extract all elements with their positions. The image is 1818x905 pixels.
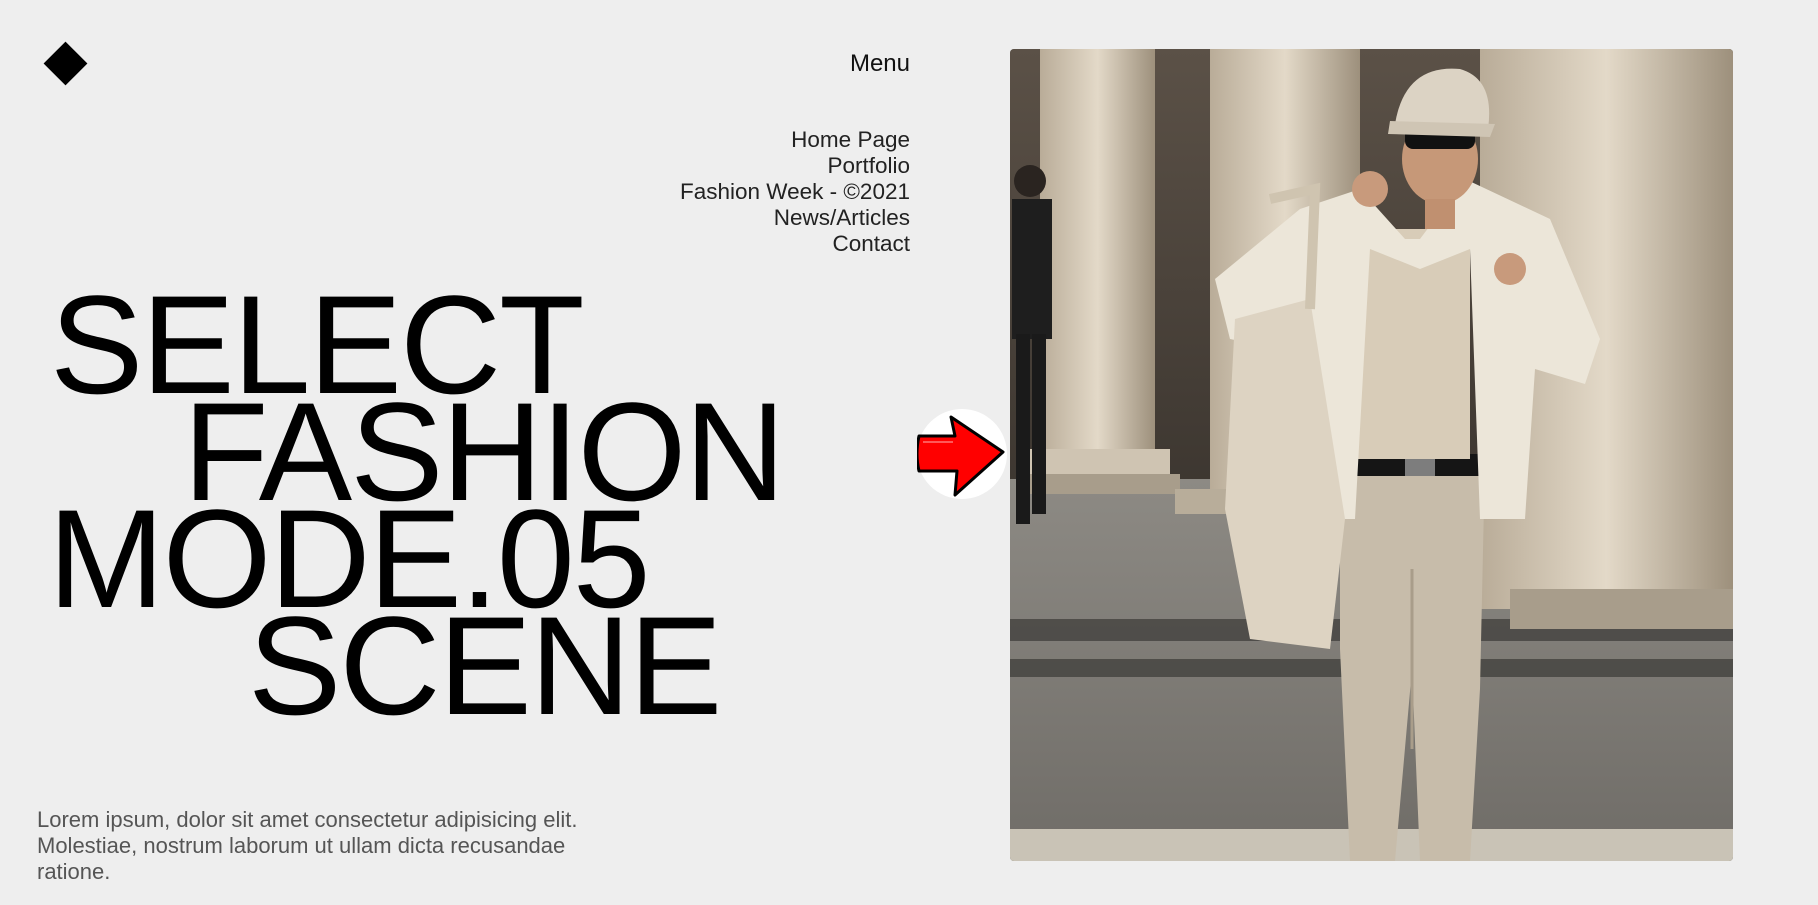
nav-item-news[interactable]: News/Articles [680, 205, 910, 231]
nav-item-portfolio[interactable]: Portfolio [680, 153, 910, 179]
nav-item-home[interactable]: Home Page [680, 127, 910, 153]
nav-item-contact[interactable]: Contact [680, 231, 910, 257]
hero-line-4: SCENE [248, 587, 722, 744]
hero-description: Lorem ipsum, dolor sit amet consectetur … [37, 807, 578, 884]
fashion-photo-illustration [1010, 49, 1733, 861]
main-nav: Home Page Portfolio Fashion Week - ©2021… [680, 127, 910, 257]
next-button[interactable] [917, 409, 1007, 499]
page: Menu Home Page Portfolio Fashion Week - … [0, 0, 1818, 905]
nav-item-fashion-week[interactable]: Fashion Week - ©2021 [680, 179, 910, 205]
diamond-logo-icon[interactable] [43, 41, 88, 86]
fashion-video-frame[interactable] [1010, 49, 1733, 861]
red-arrow-right-icon [917, 415, 1005, 497]
menu-button[interactable]: Menu [850, 50, 910, 78]
